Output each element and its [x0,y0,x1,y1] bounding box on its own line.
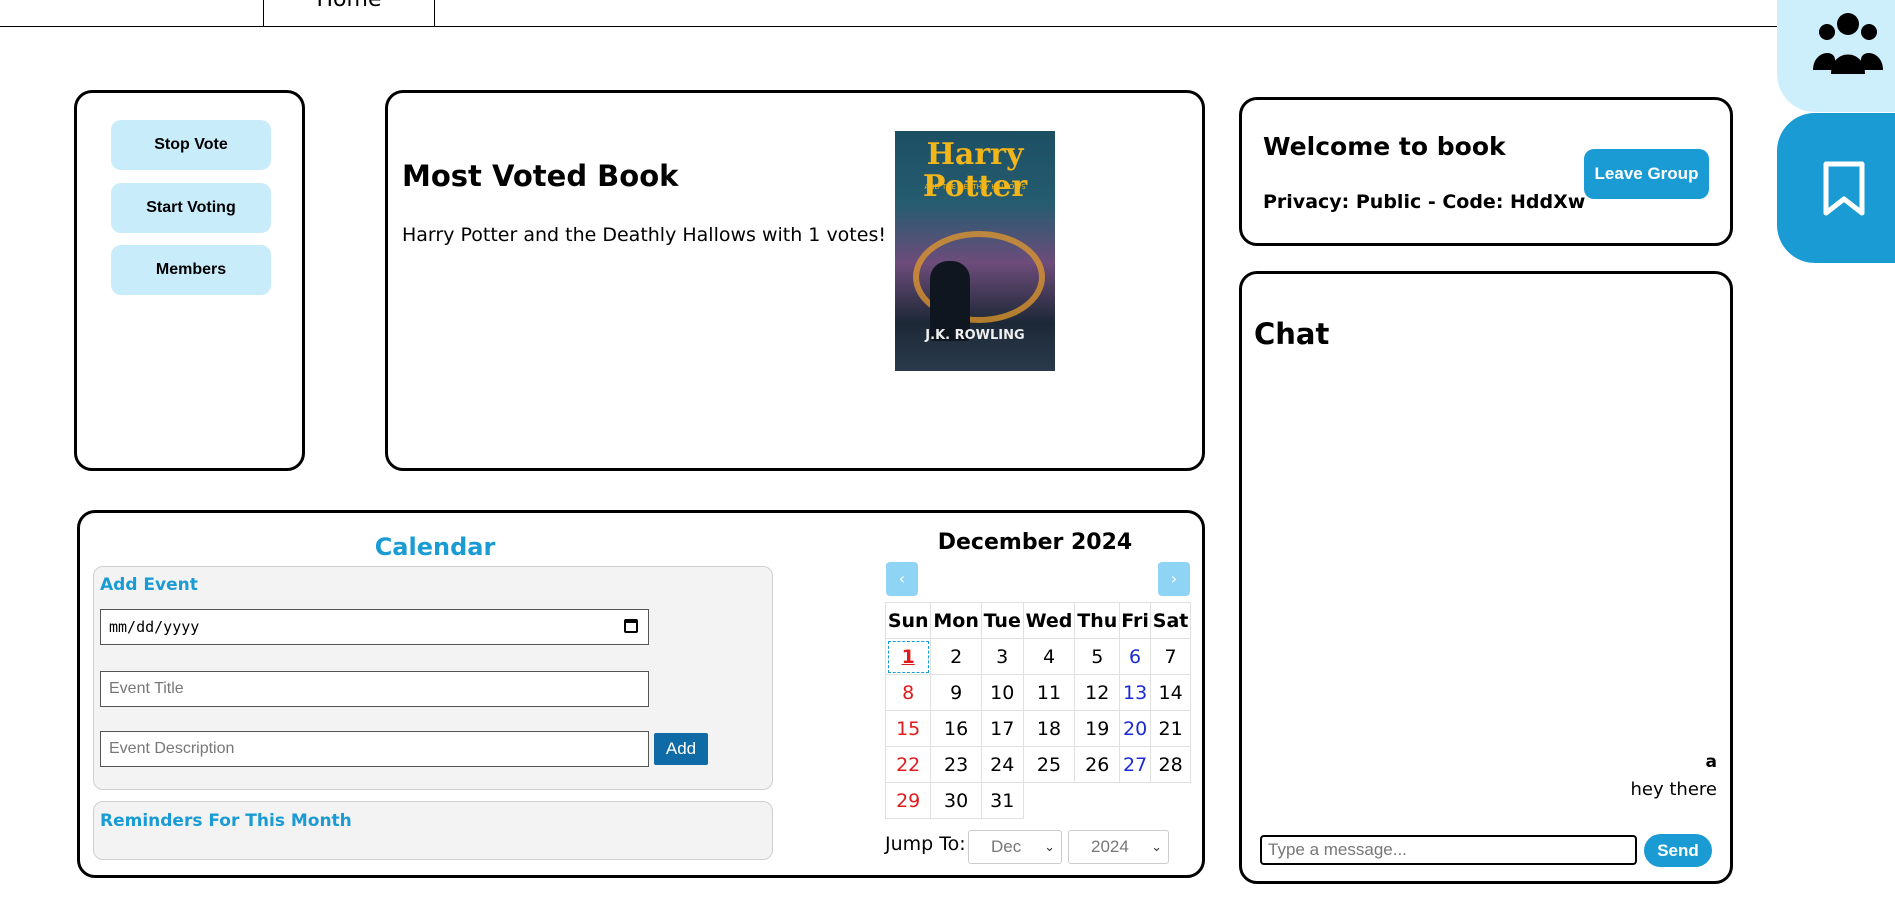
send-button[interactable]: Send [1644,834,1712,867]
empty-day-cell [1151,783,1191,819]
day-cell[interactable]: 5 [1074,638,1121,675]
month-grid: Sun Mon Tue Wed Thu Fri Sat 1 2 3 4 5 6 7 8 9 10 11 12 13 1… [884,602,1191,819]
day-cell[interactable]: 8 [884,674,932,711]
home-tab-label: Home [317,0,382,12]
bookmark-icon [1823,161,1865,216]
add-event-heading: Add Event [100,575,198,595]
most-voted-panel [385,90,1205,471]
year-select[interactable]: 2024 ⌄ [1068,830,1169,864]
day-cell[interactable]: 21 [1150,710,1191,747]
day-cell[interactable]: 6 [1119,638,1152,675]
day-cell[interactable]: 13 [1119,674,1152,711]
day-cell[interactable]: 29 [884,782,932,819]
add-event-button[interactable]: Add [654,733,708,765]
day-cell[interactable]: 16 [930,710,982,747]
leave-group-button[interactable]: Leave Group [1584,149,1709,199]
stop-vote-button[interactable]: Stop Vote [111,120,271,170]
weekday-header: Sat [1150,602,1191,639]
most-voted-text: Harry Potter and the Deathly Hallows wit… [402,224,886,246]
prev-month-button[interactable]: ‹ [886,562,918,596]
privacy-text: Privacy: Public - Code: HddXw [1263,191,1586,213]
calendar-panel: Calendar Add Event mm/dd/yyyy Event Titl… [77,510,1205,878]
day-cell[interactable]: 20 [1119,710,1152,747]
empty-day-cell [1023,783,1075,819]
reminders-heading: Reminders For This Month [100,811,352,831]
day-cell[interactable]: 22 [884,746,932,783]
empty-day-cell [1120,783,1151,819]
day-cell[interactable]: 15 [884,710,932,747]
day-cell[interactable]: 12 [1074,674,1121,711]
home-tab[interactable]: Home [263,0,435,26]
event-date-input[interactable]: mm/dd/yyyy [100,609,649,645]
message-text: hey there [1630,779,1717,800]
top-nav-bar: Home [0,0,1784,27]
day-cell[interactable]: 27 [1119,746,1152,783]
bookmarks-float-button[interactable] [1777,113,1895,263]
chevron-down-icon: ⌄ [1151,839,1162,854]
vote-actions-panel: Stop Vote Start Voting Members [74,90,305,471]
empty-day-cell [1075,783,1120,819]
day-cell[interactable]: 4 [1022,638,1076,675]
welcome-heading: Welcome to book [1263,132,1506,161]
day-cell[interactable]: 24 [980,746,1024,783]
month-select[interactable]: Dec ⌄ [968,830,1062,864]
book-cover-image: Harry Potter AND THE DEATHLY HALLOWS J.K… [895,131,1055,371]
weekday-header: Fri [1119,602,1152,639]
day-cell[interactable]: 2 [930,638,982,675]
day-cell[interactable]: 11 [1022,674,1076,711]
cover-author: J.K. ROWLING [925,328,1025,343]
day-cell[interactable]: 3 [980,638,1024,675]
day-cell[interactable]: 23 [930,746,982,783]
weekday-header: Thu [1074,602,1121,639]
day-cell[interactable]: 28 [1150,746,1191,783]
day-cell[interactable]: 26 [1074,746,1121,783]
users-icon [1813,13,1883,74]
event-title-input[interactable]: Event Title [100,671,649,707]
event-description-input[interactable]: Event Description [100,731,649,767]
chevron-left-icon: ‹ [898,569,906,588]
members-float-button[interactable] [1777,0,1895,112]
chevron-right-icon: › [1170,569,1178,588]
day-cell[interactable]: 1 [884,638,932,675]
next-month-button[interactable]: › [1158,562,1190,596]
day-cell[interactable]: 17 [980,710,1024,747]
weekday-header: Mon [930,602,982,639]
day-cell[interactable]: 10 [980,674,1024,711]
day-cell[interactable]: 14 [1150,674,1191,711]
weekday-header: Tue [980,602,1024,639]
most-voted-title: Most Voted Book [402,159,679,193]
day-cell[interactable]: 7 [1150,638,1191,675]
chat-message-input[interactable]: Type a message... [1260,835,1637,865]
weekday-header: Sun [884,602,932,639]
day-cell[interactable]: 25 [1022,746,1076,783]
chevron-down-icon: ⌄ [1044,839,1055,854]
day-cell[interactable]: 30 [930,782,982,819]
day-cell[interactable]: 19 [1074,710,1121,747]
day-cell[interactable]: 18 [1022,710,1076,747]
year-select-value: 2024 [1091,837,1129,856]
calendar-title: Calendar [374,533,496,561]
jump-to-label: Jump To: [885,833,966,855]
month-select-value: Dec [991,837,1022,856]
cover-title: Harry Potter [922,137,1028,204]
chat-title: Chat [1254,317,1330,351]
cover-subtitle: AND THE DEATHLY HALLOWS [924,183,1026,191]
weekday-header: Wed [1022,602,1076,639]
day-cell[interactable]: 9 [930,674,982,711]
start-voting-button[interactable]: Start Voting [111,183,271,233]
month-title: December 2024 [937,530,1133,555]
message-author: a [1705,752,1717,772]
calendar-picker-icon[interactable] [624,619,638,633]
date-placeholder: mm/dd/yyyy [109,618,200,636]
members-button[interactable]: Members [111,245,271,295]
day-cell[interactable]: 31 [980,782,1024,819]
